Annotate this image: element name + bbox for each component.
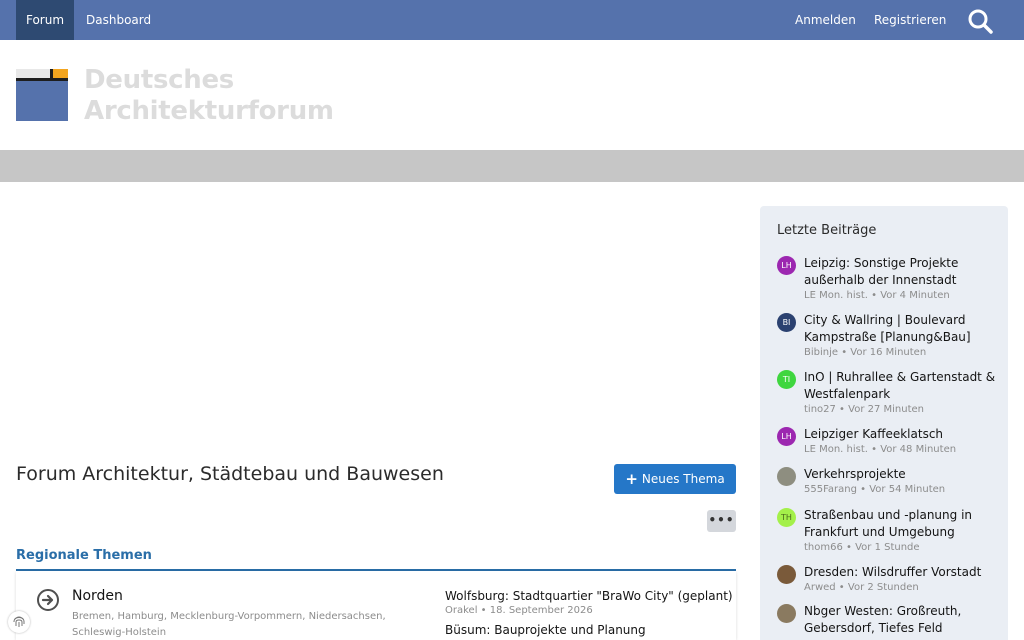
post-meta: tino27 • Vor 27 Minuten — [804, 404, 925, 415]
post-title[interactable]: City & Wallring | Boulevard Kampstraße [… — [804, 312, 1002, 346]
logo-line-2: Architekturforum — [84, 96, 334, 126]
avatar-image[interactable] — [777, 467, 796, 486]
latest-posts-sidebar: Letzte Beiträge LH Leipzig: Sonstige Pro… — [760, 206, 1008, 640]
login-link[interactable]: Anmelden — [795, 0, 856, 40]
new-thread-button[interactable]: + Neues Thema — [614, 464, 736, 494]
post-meta: thom66 • Vor 1 Stunde — [804, 542, 920, 553]
post-title[interactable]: Verkehrsprojekte — [804, 466, 1002, 483]
post-title[interactable]: Dresden: Wilsdruffer Vorstadt — [804, 564, 1002, 581]
post-title[interactable]: Leipzig: Sonstige Projekte außerhalb der… — [804, 255, 1002, 289]
site-header: Deutsches Architekturforum — [0, 40, 1024, 150]
logo-line-1: Deutsches — [84, 65, 234, 95]
forum-description: Bremen, Hamburg, Mecklenburg-Vorpommern,… — [72, 611, 386, 638]
register-link[interactable]: Registrieren — [874, 0, 946, 40]
post-meta: Arwed • Vor 2 Stunden — [804, 582, 919, 593]
tab-dashboard[interactable]: Dashboard — [86, 0, 151, 40]
post-meta: LE Mon. hist. • Vor 4 Minuten — [804, 290, 950, 301]
fingerprint-icon[interactable] — [8, 611, 30, 633]
avatar[interactable]: TH — [777, 508, 796, 527]
post-meta: 555Farang • Vor 54 Minuten — [804, 484, 946, 495]
search-icon[interactable] — [966, 7, 994, 35]
breadcrumb-bar — [0, 150, 1024, 182]
post-meta: LE Mon. hist. • Vor 48 Minuten — [804, 444, 957, 455]
site-logo-text[interactable]: Deutsches Architekturforum — [84, 65, 334, 127]
section-title[interactable]: Regionale Themen — [16, 548, 152, 563]
avatar[interactable]: LH — [777, 427, 796, 446]
forum-latest-meta: Orakel • 18. September 2026 — [445, 605, 593, 616]
avatar-image[interactable] — [777, 604, 796, 623]
avatar[interactable]: TI — [777, 370, 796, 389]
page-title: Forum Architektur, Städtebau und Bauwese… — [16, 463, 444, 485]
arrow-right-circle-icon — [37, 589, 59, 611]
post-title[interactable]: Straßenbau und -planung in Frankfurt und… — [804, 507, 1002, 541]
avatar-image[interactable] — [777, 565, 796, 584]
forum-latest-thread[interactable]: Wolfsburg: Stadtquartier "BraWo City" (g… — [445, 589, 733, 603]
post-title[interactable]: InO | Ruhrallee & Gartenstadt & Westfale… — [804, 369, 1002, 403]
forum-latest-thread-2[interactable]: Büsum: Bauprojekte und Planung — [445, 623, 646, 637]
more-options-button[interactable]: ••• — [707, 510, 736, 532]
top-navigation: Forum Dashboard Anmelden Registrieren — [0, 0, 1024, 40]
avatar[interactable]: BI — [777, 313, 796, 332]
sidebar-title: Letzte Beiträge — [777, 223, 877, 238]
tab-forum[interactable]: Forum — [16, 0, 74, 40]
plus-icon: + — [625, 470, 638, 488]
forum-node-card: Norden Bremen, Hamburg, Mecklenburg-Vorp… — [16, 571, 736, 640]
new-thread-label: Neues Thema — [641, 472, 725, 486]
post-title[interactable]: Leipziger Kaffeeklatsch — [804, 426, 1002, 443]
logo-icon[interactable] — [16, 69, 68, 121]
forum-name[interactable]: Norden — [72, 588, 123, 604]
post-title[interactable]: Nbger Westen: Großreuth, Gebersdorf, Tie… — [804, 603, 1002, 637]
avatar[interactable]: LH — [777, 256, 796, 275]
post-meta: Bibinje • Vor 16 Minuten — [804, 347, 927, 358]
